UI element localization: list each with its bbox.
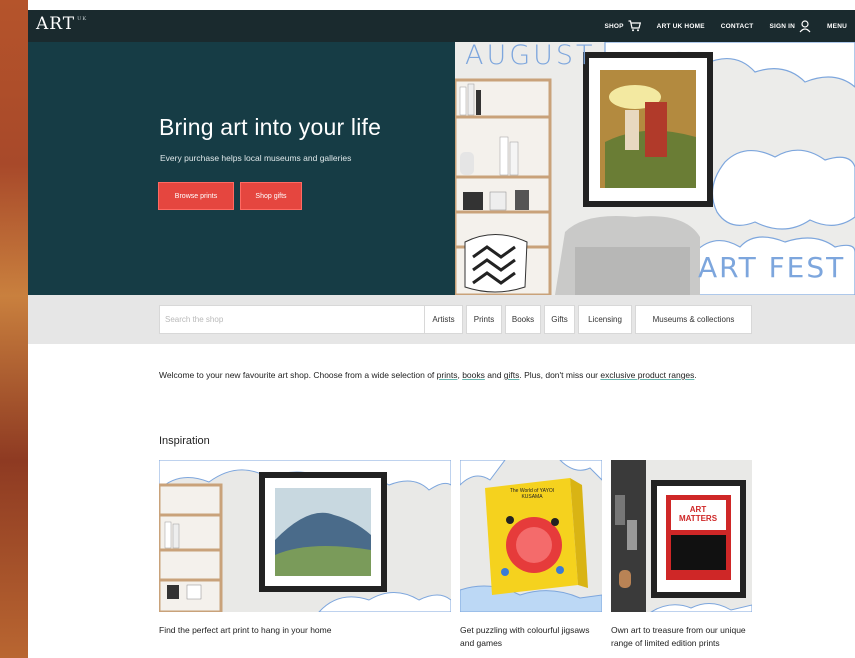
art-matters-print-image — [611, 460, 752, 612]
tab-licensing[interactable]: Licensing — [578, 305, 632, 334]
inspiration-heading: Inspiration — [159, 435, 210, 447]
tab-artists[interactable]: Artists — [424, 305, 463, 334]
welcome-part-5: . — [694, 370, 697, 380]
tab-museums-collections[interactable]: Museums & collections — [635, 305, 752, 334]
art-print-room-image — [159, 460, 451, 612]
hero-banner: Bring art into your life Every purchase … — [28, 42, 855, 295]
nav-art-uk-home[interactable]: ART UK HOME — [649, 10, 713, 42]
inspiration-card-limited-editions[interactable]: ART MATTERS — [611, 460, 752, 612]
user-icon — [799, 19, 811, 32]
nav-shop-label: SHOP — [604, 22, 624, 30]
inspiration-card-jigsaws[interactable]: The World of YAYOI KUSAMA — [460, 460, 602, 612]
tab-prints[interactable]: Prints — [466, 305, 502, 334]
cart-icon — [628, 20, 641, 32]
art-fest-text: ART FEST — [698, 251, 846, 284]
tab-gifts[interactable]: Gifts — [544, 305, 575, 334]
search-placeholder: Search the shop — [165, 315, 224, 324]
books-link[interactable]: books — [462, 370, 485, 380]
logo-sup: UK — [77, 16, 88, 22]
background-strip — [0, 0, 28, 658]
card-caption-limited-editions[interactable]: Own art to treasure from our unique rang… — [611, 624, 753, 650]
hero-panel: Bring art into your life Every purchase … — [28, 42, 455, 295]
browse-prints-button[interactable]: Browse prints — [158, 182, 234, 210]
welcome-text: Welcome to your new favourite art shop. … — [159, 368, 739, 382]
welcome-part-3: and — [484, 370, 504, 380]
nav-sign-in[interactable]: SIGN IN — [761, 10, 819, 42]
art-matters-text: ART MATTERS — [678, 505, 718, 523]
welcome-part-1: Welcome to your new favourite art shop. … — [159, 370, 437, 380]
nav-contact[interactable]: CONTACT — [713, 10, 762, 42]
inspiration-card-prints[interactable] — [159, 460, 451, 612]
welcome-part-4: . Plus, don't miss our — [519, 370, 601, 380]
tab-books[interactable]: Books — [505, 305, 541, 334]
search-input[interactable]: Search the shop — [159, 305, 452, 334]
nav-menu[interactable]: MENU — [819, 10, 855, 42]
top-nav: ART UK SHOP ART UK HOME CONTACT SIGN IN M… — [28, 10, 855, 42]
book-title: The World of YAYOI KUSAMA — [509, 488, 555, 500]
nav-links: SHOP ART UK HOME CONTACT SIGN IN MENU — [596, 10, 855, 42]
exclusive-ranges-link[interactable]: exclusive product ranges — [600, 370, 694, 380]
nav-sign-in-label: SIGN IN — [769, 22, 796, 30]
nav-shop[interactable]: SHOP — [596, 10, 648, 42]
kusama-jigsaw-image — [460, 460, 602, 612]
logo-text: ART — [36, 14, 76, 34]
hero-subtitle: Every purchase helps local museums and g… — [160, 153, 352, 163]
prints-link[interactable]: prints — [437, 370, 458, 380]
top-gap — [28, 0, 855, 10]
hero-title: Bring art into your life — [159, 114, 382, 140]
art-uk-logo[interactable]: ART UK — [36, 14, 87, 34]
shop-gifts-button[interactable]: Shop gifts — [240, 182, 302, 210]
august-text: AUGUST — [465, 42, 596, 71]
card-caption-jigsaws[interactable]: Get puzzling with colourful jigsaws and … — [460, 624, 600, 650]
art-fest-image[interactable]: AUGUST ART FEST — [455, 42, 855, 295]
search-band: Search the shop Artists Prints Books Gif… — [28, 295, 855, 344]
card-caption-prints[interactable]: Find the perfect art print to hang in yo… — [159, 624, 449, 637]
gifts-link[interactable]: gifts — [504, 370, 520, 380]
